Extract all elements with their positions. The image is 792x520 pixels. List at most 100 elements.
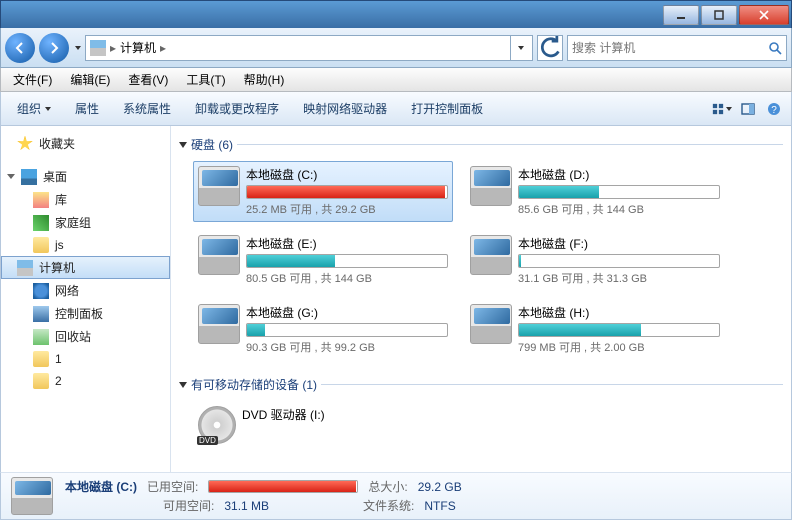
recent-locations-button[interactable] <box>75 46 81 50</box>
preview-pane-button[interactable] <box>737 98 759 120</box>
usage-bar <box>246 323 448 337</box>
drive-name: 本地磁盘 (C:) <box>246 166 448 183</box>
sidebar-item-folder-2[interactable]: 2 <box>1 370 170 392</box>
group-header-removable[interactable]: 有可移动存储的设备 (1) <box>179 370 783 397</box>
details-used-label: 已用空间: <box>147 478 198 495</box>
sidebar-item-label: 家庭组 <box>55 214 91 231</box>
back-button[interactable] <box>5 33 35 63</box>
drive-free-text: 31.1 GB 可用 , 共 31.3 GB <box>518 270 720 286</box>
maximize-button[interactable] <box>701 5 737 25</box>
close-button[interactable] <box>739 5 789 25</box>
sidebar-item-label: 桌面 <box>43 168 67 185</box>
sidebar-item-computer[interactable]: 计算机 <box>1 256 170 279</box>
group-header-label: 有可移动存储的设备 (1) <box>191 376 317 393</box>
sidebar-item-libraries[interactable]: 库 <box>1 188 170 211</box>
drive-name: 本地磁盘 (G:) <box>246 304 448 321</box>
drive-item[interactable]: 本地磁盘 (F:) 31.1 GB 可用 , 共 31.3 GB <box>465 230 725 291</box>
view-options-button[interactable] <box>711 98 733 120</box>
uninstall-button[interactable]: 卸载或更改程序 <box>185 96 289 121</box>
sidebar-item-label: 回收站 <box>55 328 91 345</box>
expander-icon[interactable] <box>179 142 187 148</box>
divider <box>321 384 783 385</box>
star-icon <box>17 136 33 152</box>
folder-icon <box>33 373 49 389</box>
sidebar-item-network[interactable]: 网络 <box>1 279 170 302</box>
drive-name: 本地磁盘 (D:) <box>518 166 720 183</box>
expander-icon[interactable] <box>7 174 15 179</box>
organize-button[interactable]: 组织 <box>7 96 61 121</box>
homegroup-icon <box>33 215 49 231</box>
usage-bar <box>518 323 720 337</box>
group-header-disks[interactable]: 硬盘 (6) <box>179 130 783 157</box>
command-bar: 组织 属性 系统属性 卸载或更改程序 映射网络驱动器 打开控制面板 ? <box>0 92 792 126</box>
address-history-dropdown[interactable] <box>510 36 528 60</box>
drive-free-text: 799 MB 可用 , 共 2.00 GB <box>518 339 720 355</box>
open-control-panel-button[interactable]: 打开控制面板 <box>401 96 493 121</box>
usage-bar <box>518 185 720 199</box>
sidebar-item-favorites[interactable]: 收藏夹 <box>1 132 170 155</box>
drive-free-text: 85.6 GB 可用 , 共 144 GB <box>518 201 720 217</box>
breadcrumb-segment[interactable]: 计算机 <box>120 39 156 56</box>
sidebar-item-folder-1[interactable]: 1 <box>1 348 170 370</box>
sidebar-item-js[interactable]: js <box>1 234 170 256</box>
removable-list: DVD DVD 驱动器 (I:) <box>179 397 783 459</box>
drive-icon <box>198 166 240 206</box>
sidebar-item-label: 计算机 <box>39 259 75 276</box>
drive-item[interactable]: 本地磁盘 (E:) 80.5 GB 可用 , 共 144 GB <box>193 230 453 291</box>
menu-edit[interactable]: 编辑(E) <box>62 69 118 90</box>
navigation-pane: 收藏夹 桌面 库 家庭组 js 计算机 网络 控制面板 回收站 1 2 <box>1 126 171 472</box>
details-fs-value: NTFS <box>424 499 455 513</box>
search-input[interactable] <box>572 41 752 55</box>
sidebar-item-homegroup[interactable]: 家庭组 <box>1 211 170 234</box>
drive-name: 本地磁盘 (H:) <box>518 304 720 321</box>
drive-free-text: 25.2 MB 可用 , 共 29.2 GB <box>246 201 448 217</box>
library-icon <box>33 192 49 208</box>
drive-icon <box>470 166 512 206</box>
divider <box>237 144 783 145</box>
sidebar-item-recyclebin[interactable]: 回收站 <box>1 325 170 348</box>
sidebar-item-desktop[interactable]: 桌面 <box>1 165 170 188</box>
sidebar-item-label: 控制面板 <box>55 305 103 322</box>
drive-item[interactable]: 本地磁盘 (H:) 799 MB 可用 , 共 2.00 GB <box>465 299 725 360</box>
menu-view[interactable]: 查看(V) <box>120 69 176 90</box>
drive-name: DVD 驱动器 (I:) <box>242 406 448 423</box>
sidebar-item-label: 收藏夹 <box>39 135 75 152</box>
svg-text:?: ? <box>771 105 777 116</box>
drive-item-dvd[interactable]: DVD DVD 驱动器 (I:) <box>193 401 453 449</box>
content-pane: 硬盘 (6) 本地磁盘 (C:)25.2 MB 可用 , 共 29.2 GB本地… <box>171 126 791 472</box>
search-icon <box>768 41 782 55</box>
system-properties-button[interactable]: 系统属性 <box>113 96 181 121</box>
chevron-down-icon <box>45 107 51 111</box>
search-box[interactable] <box>567 35 787 61</box>
drive-item[interactable]: 本地磁盘 (D:) 85.6 GB 可用 , 共 144 GB <box>465 161 725 222</box>
address-bar[interactable]: ▸ 计算机 ▸ <box>85 35 533 61</box>
drive-item[interactable]: 本地磁盘 (G:)90.3 GB 可用 , 共 99.2 GB <box>193 299 453 360</box>
folder-icon <box>33 351 49 367</box>
minimize-button[interactable] <box>663 5 699 25</box>
map-drive-button[interactable]: 映射网络驱动器 <box>293 96 397 121</box>
chevron-right-icon[interactable]: ▸ <box>160 41 166 55</box>
desktop-icon <box>21 169 37 185</box>
drive-name: 本地磁盘 (E:) <box>246 235 448 252</box>
menu-help[interactable]: 帮助(H) <box>236 69 293 90</box>
drives-list: 本地磁盘 (C:) 25.2 MB 可用 , 共 29.2 GB 本地磁盘 (D:)… <box>179 157 783 370</box>
sidebar-item-label: 1 <box>55 352 62 366</box>
sidebar-item-label: 网络 <box>55 282 79 299</box>
drive-name: 本地磁盘 (F:) <box>518 235 720 252</box>
sidebar-item-controlpanel[interactable]: 控制面板 <box>1 302 170 325</box>
computer-icon <box>90 40 106 56</box>
refresh-button[interactable] <box>537 35 563 61</box>
group-header-label: 硬盘 (6) <box>191 136 233 153</box>
drive-free-text: 80.5 GB 可用 , 共 144 GB <box>246 270 448 286</box>
help-button[interactable]: ? <box>763 98 785 120</box>
properties-button[interactable]: 属性 <box>65 96 109 121</box>
expander-icon[interactable] <box>179 382 187 388</box>
menu-tools[interactable]: 工具(T) <box>178 69 233 90</box>
drive-icon <box>470 304 512 344</box>
explorer-body: 收藏夹 桌面 库 家庭组 js 计算机 网络 控制面板 回收站 1 2 硬盘 (… <box>0 126 792 472</box>
menu-file[interactable]: 文件(F) <box>5 69 60 90</box>
sidebar-item-label: 库 <box>55 191 67 208</box>
sidebar-item-label: js <box>55 238 64 252</box>
forward-button[interactable] <box>39 33 69 63</box>
drive-item[interactable]: 本地磁盘 (C:) 25.2 MB 可用 , 共 29.2 GB <box>193 161 453 222</box>
